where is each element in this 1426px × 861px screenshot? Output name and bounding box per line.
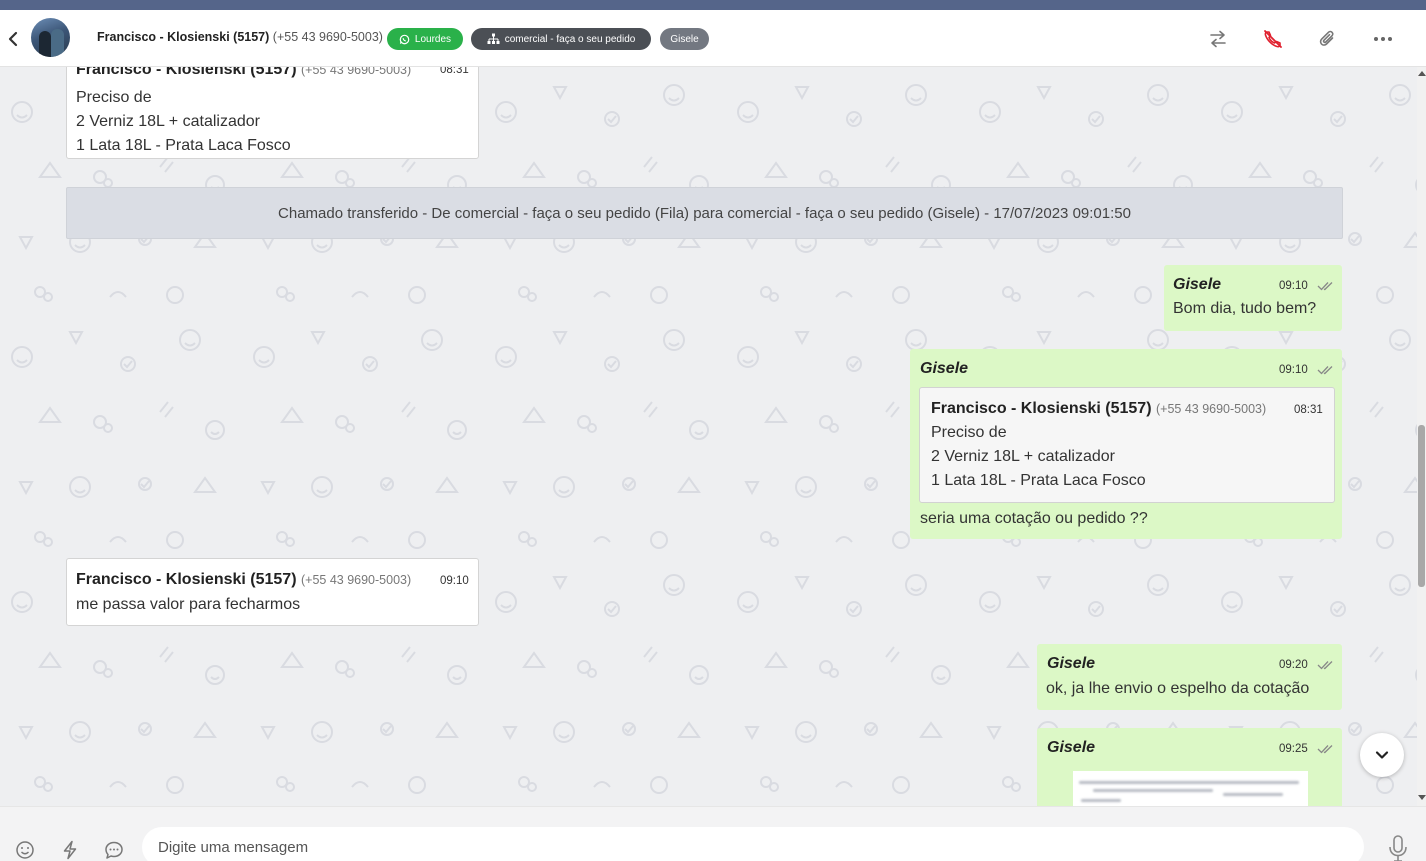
transfer-button[interactable] bbox=[1207, 28, 1229, 50]
contact-title[interactable]: Francisco - Klosienski (5157) (+55 43 96… bbox=[97, 30, 383, 44]
sender-name-text: Francisco - Klosienski (5157) bbox=[76, 571, 297, 588]
incoming-message[interactable]: Francisco - Klosienski (5157) (+55 43 96… bbox=[66, 558, 479, 626]
agent-name: Gisele bbox=[1173, 276, 1222, 293]
chat-header: Francisco - Klosienski (5157) (+55 43 96… bbox=[0, 10, 1426, 67]
quoted-sender-text: Francisco - Klosienski (5157) bbox=[931, 400, 1152, 417]
message-line: 2 Verniz 18L + catalizador bbox=[76, 113, 260, 130]
window-top-bar bbox=[0, 0, 1426, 10]
microphone-icon[interactable] bbox=[1386, 834, 1410, 861]
message-text: Bom dia, tudo bem? bbox=[1173, 300, 1317, 317]
tag-label: comercial - faça o seu pedido bbox=[504, 33, 636, 45]
message-time: 09:20 bbox=[1279, 659, 1308, 671]
quoted-line: 1 Lata 18L - Prata Laca Fosco bbox=[931, 472, 1146, 489]
transfer-icon bbox=[1210, 30, 1226, 48]
tag-label: Gisele bbox=[670, 33, 699, 45]
message-time: 09:10 bbox=[1279, 364, 1308, 376]
quick-replies-button[interactable] bbox=[59, 839, 81, 861]
attach-button[interactable] bbox=[1317, 28, 1339, 50]
outgoing-message[interactable]: Gisele 09:10 Francisco - Klosienski (515… bbox=[910, 349, 1342, 539]
agent-name: Gisele bbox=[1047, 739, 1096, 756]
message-time: 09:10 bbox=[1279, 280, 1308, 292]
contact-name: Francisco - Klosienski (5157) bbox=[97, 30, 270, 44]
message-time: 08:31 bbox=[440, 67, 469, 76]
scroll-thumb[interactable] bbox=[1418, 425, 1425, 587]
image-content bbox=[1079, 781, 1299, 784]
emoji-icon bbox=[16, 841, 34, 859]
message-text: me passa valor para fecharmos bbox=[76, 596, 301, 613]
image-content bbox=[1081, 799, 1121, 802]
chevron-down-icon bbox=[1375, 751, 1389, 759]
chat-scrollbar[interactable] bbox=[1417, 67, 1426, 806]
double-check-icon bbox=[1317, 661, 1333, 670]
message-line: Preciso de bbox=[76, 89, 152, 106]
paperclip-icon bbox=[1319, 30, 1334, 46]
transfer-notice: Chamado transferido - De comercial - faç… bbox=[66, 187, 1343, 239]
quoted-sender: Francisco - Klosienski (5157) (+55 43 96… bbox=[931, 400, 1266, 418]
quoted-message[interactable]: Francisco - Klosienski (5157) (+55 43 96… bbox=[919, 387, 1335, 503]
message-time: 09:10 bbox=[440, 575, 469, 587]
more-options-button[interactable] bbox=[1372, 28, 1394, 50]
double-check-icon bbox=[1317, 745, 1333, 754]
chat-area[interactable]: Francisco - Klosienski (5157) (+55 43 96… bbox=[0, 67, 1417, 806]
quoted-line: Preciso de bbox=[931, 424, 1007, 441]
sender-name-text: Francisco - Klosienski (5157) bbox=[76, 67, 297, 78]
whatsapp-icon bbox=[399, 34, 410, 44]
quoted-phone: (+55 43 9690-5003) bbox=[1155, 402, 1267, 416]
message-text: seria uma cotação ou pedido ?? bbox=[920, 510, 1148, 527]
tag-label: Lourdes bbox=[414, 33, 452, 45]
image-content bbox=[1223, 793, 1283, 796]
sender-phone: (+55 43 9690-5003) bbox=[300, 573, 412, 587]
agent-name: Gisele bbox=[1047, 655, 1096, 672]
image-content bbox=[1093, 789, 1213, 792]
more-icon bbox=[1374, 37, 1392, 41]
outgoing-message[interactable]: Gisele 09:25 bbox=[1037, 728, 1342, 806]
scroll-down-arrow-icon[interactable] bbox=[1418, 795, 1426, 800]
outgoing-message[interactable]: Gisele 09:10 Bom dia, tudo bem? bbox=[1164, 265, 1342, 331]
sender-phone: (+55 43 9690-5003) bbox=[300, 67, 412, 77]
double-check-icon bbox=[1317, 366, 1333, 375]
message-composer bbox=[0, 806, 1426, 861]
contact-phone: (+55 43 9690-5003) bbox=[272, 30, 383, 44]
end-call-icon bbox=[1264, 30, 1282, 48]
chat-bubble-icon bbox=[105, 841, 123, 859]
double-check-icon bbox=[1317, 282, 1333, 291]
scroll-to-bottom-button[interactable] bbox=[1360, 733, 1404, 777]
org-chart-icon bbox=[487, 33, 500, 44]
queue-tag[interactable]: comercial - faça o seu pedido bbox=[471, 28, 651, 50]
sender-name: Francisco - Klosienski (5157) (+55 43 96… bbox=[76, 571, 411, 589]
scroll-up-arrow-icon[interactable] bbox=[1418, 71, 1426, 76]
sender-name: Francisco - Klosienski (5157) (+55 43 96… bbox=[76, 67, 411, 79]
agent-name: Gisele bbox=[920, 360, 969, 377]
message-input[interactable] bbox=[142, 827, 1364, 861]
message-line: 1 Lata 18L - Prata Laca Fosco bbox=[76, 137, 291, 154]
agent-tag-lourdes[interactable]: Lourdes bbox=[387, 28, 463, 50]
quoted-line: 2 Verniz 18L + catalizador bbox=[931, 448, 1115, 465]
templates-button[interactable] bbox=[103, 839, 125, 861]
quoted-time: 08:31 bbox=[1294, 404, 1323, 416]
incoming-message[interactable]: Francisco - Klosienski (5157) (+55 43 96… bbox=[66, 67, 479, 159]
emoji-button[interactable] bbox=[14, 839, 36, 861]
attendant-tag-gisele[interactable]: Gisele bbox=[660, 28, 709, 50]
message-text: ok, ja lhe envio o espelho da cotação bbox=[1046, 680, 1310, 697]
image-attachment[interactable] bbox=[1073, 771, 1308, 806]
contact-avatar[interactable] bbox=[31, 18, 70, 57]
end-call-button[interactable] bbox=[1262, 28, 1284, 50]
back-arrow-icon[interactable] bbox=[4, 28, 22, 50]
message-time: 09:25 bbox=[1279, 743, 1308, 755]
lightning-icon bbox=[63, 840, 77, 860]
outgoing-message[interactable]: Gisele 09:20 ok, ja lhe envio o espelho … bbox=[1037, 644, 1342, 710]
